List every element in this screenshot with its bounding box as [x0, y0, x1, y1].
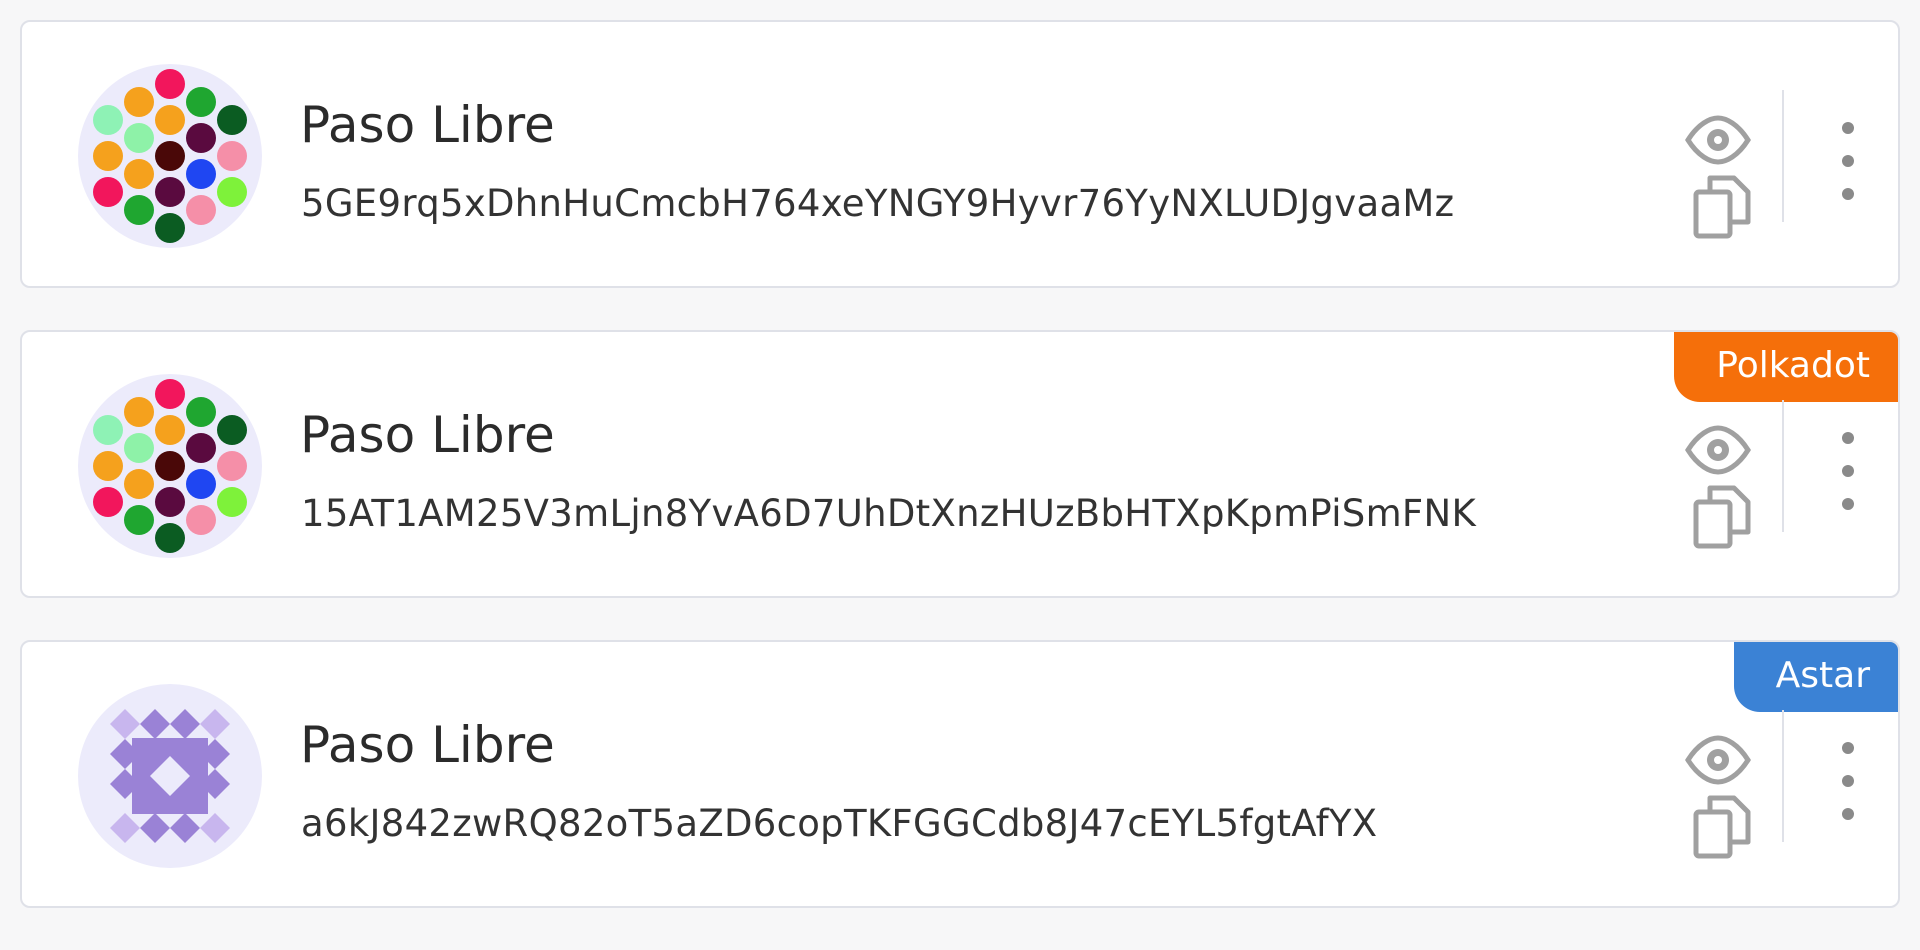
actions-divider: [1782, 710, 1784, 842]
account-identicon: [78, 64, 262, 248]
account-name: Paso Libre: [300, 716, 555, 774]
network-tag: Astar: [1733, 642, 1898, 712]
eye-icon[interactable]: [1682, 420, 1754, 480]
account-identicon: [78, 684, 262, 868]
actions-divider: [1782, 90, 1784, 222]
account-identicon: [78, 374, 262, 558]
account-list: Paso Libre 5GE9rq5xDhnHuCmcbH764xeYNGY9H…: [20, 20, 1900, 950]
identicon-dots: [93, 69, 247, 243]
account-card[interactable]: Polkadot Paso Libre 15AT1AM25V3mLjn8YvA6…: [20, 330, 1900, 598]
eye-icon[interactable]: [1682, 110, 1754, 170]
account-name: Paso Libre: [300, 96, 555, 154]
network-tag-label: Polkadot: [1716, 345, 1870, 386]
account-card[interactable]: Astar Paso Libre a6kJ842zwRQ82oT5aZD6cop…: [20, 640, 1900, 908]
identicon-squares: [110, 709, 230, 843]
copy-icon[interactable]: [1692, 792, 1754, 862]
account-card[interactable]: Paso Libre 5GE9rq5xDhnHuCmcbH764xeYNGY9H…: [20, 20, 1900, 288]
copy-icon[interactable]: [1692, 172, 1754, 242]
identicon-dots: [93, 379, 247, 553]
more-vertical-icon[interactable]: [1836, 116, 1860, 206]
more-vertical-icon[interactable]: [1836, 426, 1860, 516]
copy-icon[interactable]: [1692, 482, 1754, 552]
more-vertical-icon[interactable]: [1836, 736, 1860, 826]
network-tag-label: Astar: [1775, 655, 1870, 696]
account-address: 5GE9rq5xDhnHuCmcbH764xeYNGY9Hyvr76YyNXLU…: [301, 182, 1455, 225]
account-address: a6kJ842zwRQ82oT5aZD6copTKFGGCdb8J47cEYL5…: [301, 802, 1378, 845]
eye-icon[interactable]: [1682, 730, 1754, 790]
network-tag: Polkadot: [1674, 332, 1898, 402]
account-address: 15AT1AM25V3mLjn8YvA6D7UhDtXnzHUzBbHTXpKp…: [301, 492, 1477, 535]
account-name: Paso Libre: [300, 406, 555, 464]
actions-divider: [1782, 400, 1784, 532]
